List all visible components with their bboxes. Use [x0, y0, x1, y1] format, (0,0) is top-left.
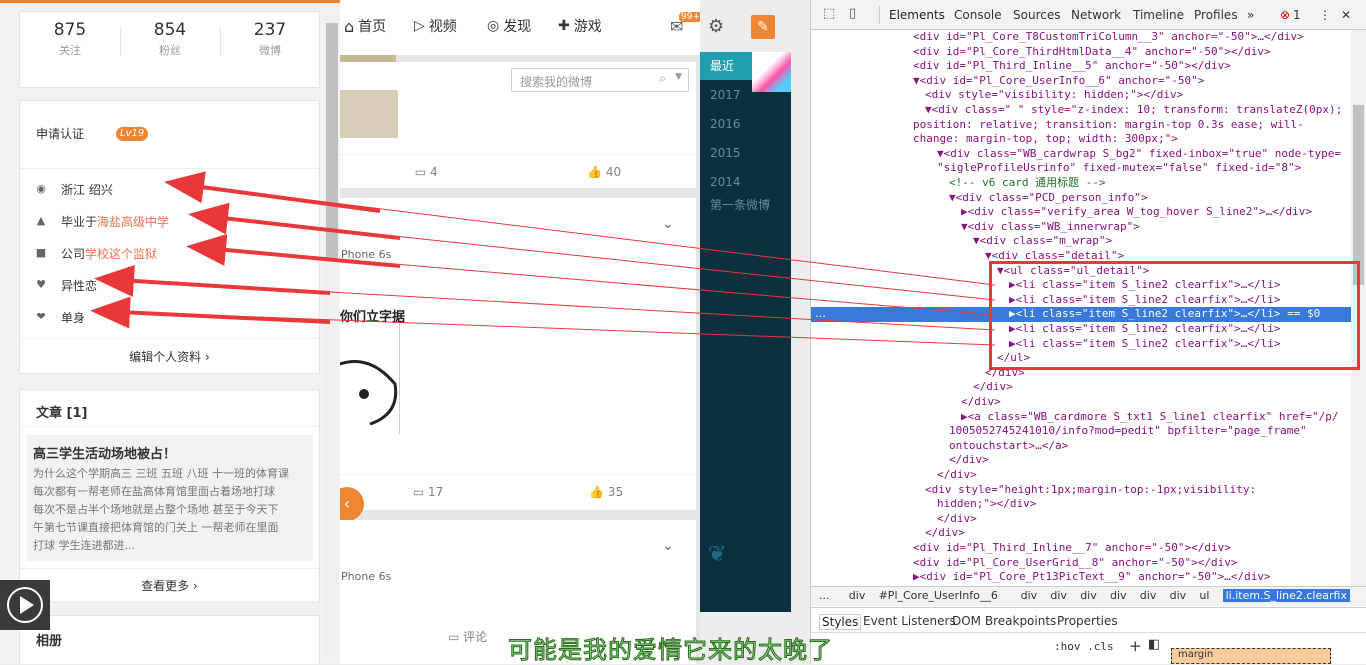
arrow-head	[186, 234, 401, 268]
arrow-head	[90, 296, 331, 329]
arrow-head	[188, 202, 401, 240]
annotation-arrows	[90, 171, 996, 346]
arrow-head	[94, 264, 331, 297]
video-subtitle: 可能是我的爱情它来的太晚了	[508, 636, 833, 665]
arrow-head	[164, 171, 381, 213]
